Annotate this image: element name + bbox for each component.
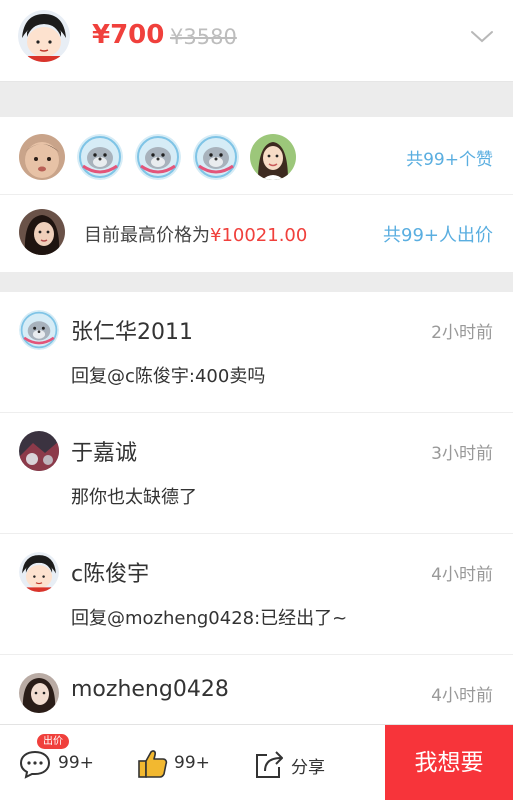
commenter-avatar[interactable]: [19, 552, 59, 592]
bid-count-link[interactable]: 共99+人出价: [383, 221, 493, 247]
comment-text: 回复@c陈俊宇:400卖吗: [71, 366, 266, 387]
commenter-name[interactable]: mozheng0428: [71, 677, 229, 702]
comment-item[interactable]: c陈俊宇 4小时前 回复@mozheng0428:已经出了~: [0, 534, 513, 655]
thumbs-up-icon: [138, 750, 168, 778]
share-icon: [256, 751, 283, 778]
commenter-avatar[interactable]: [19, 310, 59, 350]
current-price: ¥700: [92, 20, 165, 50]
liker-avatar[interactable]: [77, 134, 123, 180]
section-divider: [0, 82, 513, 117]
like-button[interactable]: 99+: [120, 725, 230, 800]
comment-bubble-icon: [19, 750, 51, 779]
commenter-name[interactable]: 于嘉诚: [71, 435, 137, 467]
comment-time: 2小时前: [431, 323, 493, 343]
share-button[interactable]: 分享: [245, 725, 365, 800]
commenter-name[interactable]: c陈俊宇: [71, 556, 149, 588]
liker-avatar[interactable]: [19, 134, 65, 180]
comment-time: 4小时前: [431, 686, 493, 706]
want-it-button[interactable]: 我想要: [385, 725, 513, 800]
comment-item[interactable]: mozheng0428 4小时前: [0, 655, 513, 724]
comment-text: 回复@mozheng0428:已经出了~: [71, 608, 348, 629]
like-count: 99+: [174, 753, 210, 773]
seller-avatar[interactable]: [18, 10, 70, 62]
likes-and-bids-section: 共99+个赞 目前最高价格为¥10021.00 共99+人出价: [0, 117, 513, 272]
top-bidder-avatar[interactable]: [19, 209, 65, 255]
likes-count-link[interactable]: 共99+个赞: [406, 145, 493, 170]
likes-row[interactable]: 共99+个赞: [0, 117, 513, 195]
commenter-avatar[interactable]: [19, 431, 59, 471]
commenter-avatar[interactable]: [19, 673, 59, 713]
original-price: ¥3580: [170, 25, 237, 49]
highest-bid-price: ¥10021.00: [210, 225, 308, 246]
share-label: 分享: [291, 758, 325, 778]
comment-item[interactable]: 张仁华2011 2小时前 回复@c陈俊宇:400卖吗: [0, 292, 513, 413]
highest-bid-text: 目前最高价格为¥10021.00: [84, 221, 307, 247]
chevron-down-icon[interactable]: [470, 26, 494, 46]
liker-avatar[interactable]: [135, 134, 181, 180]
highest-bid-prefix: 目前最高价格为: [84, 225, 210, 246]
section-divider: [0, 272, 513, 292]
comment-text: 那你也太缺德了: [71, 487, 197, 508]
comment-count: 99+: [58, 753, 94, 773]
comment-list: 张仁华2011 2小时前 回复@c陈俊宇:400卖吗 于嘉诚 3小时前 那你也太…: [0, 292, 513, 724]
highest-bid-row[interactable]: 目前最高价格为¥10021.00 共99+人出价: [0, 195, 513, 272]
liker-avatar[interactable]: [193, 134, 239, 180]
bid-badge: 出价: [37, 734, 69, 749]
header-bar: ¥700 ¥3580: [0, 0, 513, 82]
comment-time: 3小时前: [431, 444, 493, 464]
comment-time: 4小时前: [431, 565, 493, 585]
bottom-action-bar: 出价 99+ 99+ 分享 我想要: [0, 724, 513, 800]
comment-item[interactable]: 于嘉诚 3小时前 那你也太缺德了: [0, 413, 513, 534]
commenter-name[interactable]: 张仁华2011: [71, 314, 193, 346]
comment-button[interactable]: 出价 99+: [0, 725, 110, 800]
liker-avatar[interactable]: [250, 134, 296, 180]
